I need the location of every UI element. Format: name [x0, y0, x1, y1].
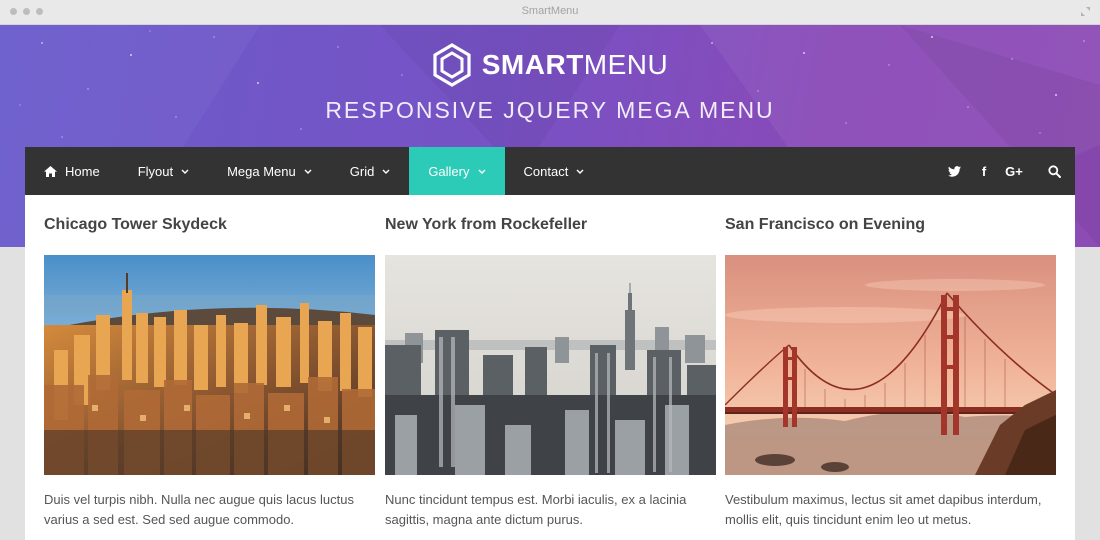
nav-item-flyout[interactable]: Flyout	[119, 147, 208, 195]
facebook-link[interactable]: f	[969, 147, 999, 195]
nav-label-grid: Grid	[349, 163, 375, 179]
chevron-down-icon	[478, 169, 485, 174]
chicago-skyline-image	[44, 255, 375, 475]
nav-item-grid[interactable]: Grid	[331, 147, 410, 195]
new-york-skyline-image	[385, 255, 716, 475]
home-icon	[44, 165, 57, 177]
tagline: RESPONSIVE JQUERY MEGA MENU	[325, 97, 775, 123]
chevron-down-icon	[181, 169, 189, 174]
gallery-card-description: Duis vel turpis nibh. Nulla nec augue qu…	[44, 492, 355, 527]
gallery-card-title[interactable]: Chicago Tower Skydeck	[44, 216, 227, 234]
facebook-icon: f	[981, 163, 987, 179]
nav-label-flyout: Flyout	[137, 163, 174, 179]
twitter-link[interactable]	[939, 147, 969, 195]
gallery-card-description: Nunc tincidunt tempus est. Morbi iaculis…	[385, 492, 687, 527]
gallery-card-title[interactable]: San Francisco on Evening	[725, 216, 925, 234]
search-button[interactable]	[1033, 147, 1075, 195]
nav-label-mega-menu: Mega Menu	[227, 163, 296, 179]
twitter-icon	[947, 165, 961, 177]
gallery-card-image[interactable]	[725, 255, 1056, 475]
nav-item-mega-menu[interactable]: Mega Menu	[208, 147, 331, 195]
gallery-card-image[interactable]	[44, 255, 375, 475]
nav-item-gallery[interactable]: Gallery	[409, 147, 505, 195]
chevron-down-icon	[304, 169, 312, 174]
google-plus-link[interactable]: G+	[999, 147, 1029, 195]
logo-text: SMARTMENU	[481, 49, 669, 80]
gallery-card-title[interactable]: New York from Rockefeller	[385, 216, 587, 234]
nav-item-home[interactable]: Home	[25, 147, 119, 195]
google-plus-icon: G+	[1005, 163, 1023, 179]
fullscreen-icon[interactable]	[1080, 6, 1091, 17]
site-logo[interactable]: SMARTMENU	[0, 43, 1100, 87]
gallery-panel: Chicago Tower Skydeck Duis vel turpis ni…	[25, 195, 1075, 540]
main-navigation: Home Flyout Mega Menu Grid Gallery Conta…	[25, 147, 1075, 195]
browser-title-bar: SmartMenu	[0, 0, 1100, 25]
nav-item-contact[interactable]: Contact	[505, 147, 604, 195]
chevron-down-icon	[382, 169, 390, 174]
nav-label-contact: Contact	[523, 163, 569, 179]
gallery-card-description: Vestibulum maximus, lectus sit amet dapi…	[725, 492, 1042, 527]
nav-label-gallery: Gallery	[428, 163, 470, 179]
hexagon-logo-icon	[433, 43, 471, 87]
window-title: SmartMenu	[521, 5, 579, 17]
golden-gate-bridge-image	[725, 255, 1056, 475]
nav-label-home: Home	[65, 163, 100, 179]
gallery-card-image[interactable]	[385, 255, 716, 475]
search-icon	[1047, 164, 1061, 178]
nav-social-links: f G+	[939, 147, 1075, 195]
chevron-down-icon	[576, 169, 584, 174]
